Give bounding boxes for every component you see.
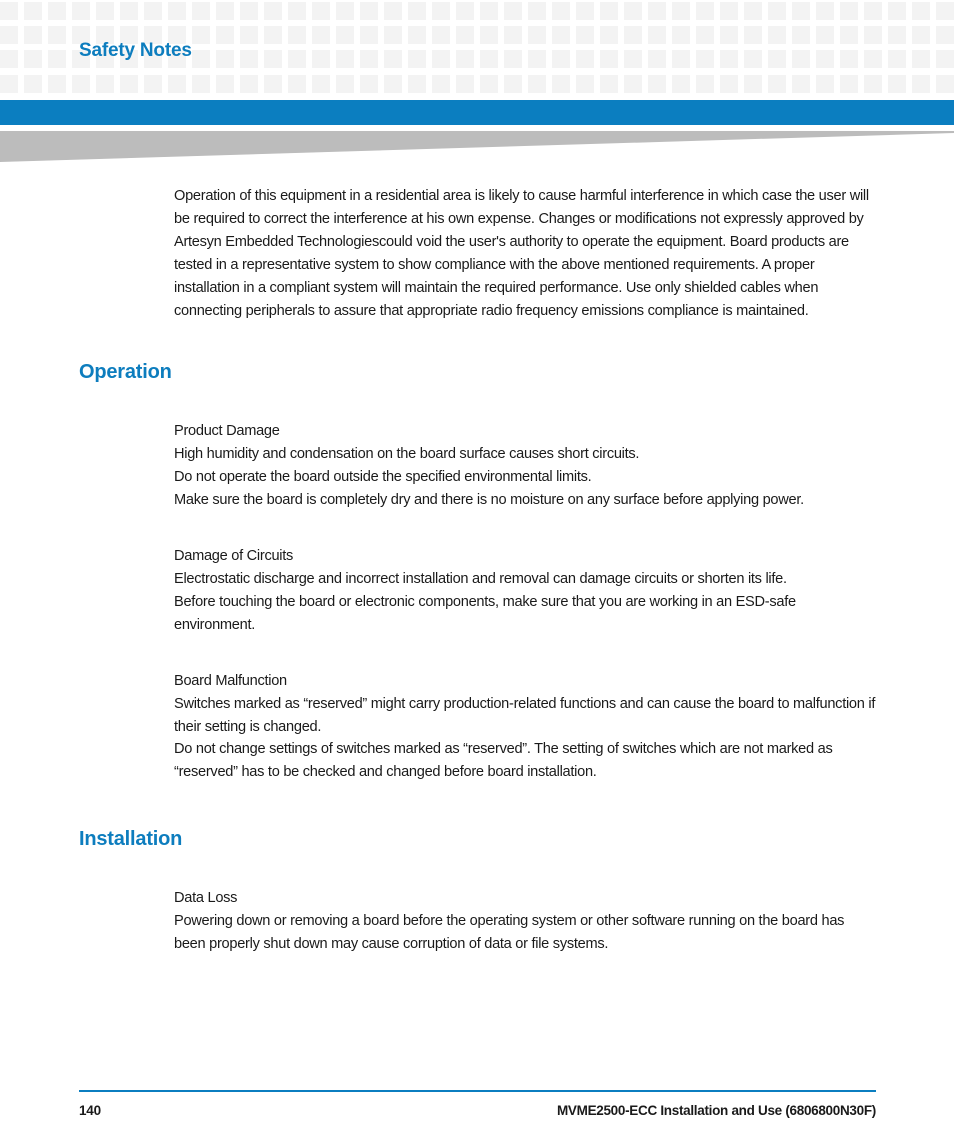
notice-block-data-loss: Data Loss Powering down or removing a bo… [174,887,876,956]
notice-line: Electrostatic discharge and incorrect in… [174,570,787,587]
page-content: Operation of this equipment in a residen… [0,163,954,956]
notice-block-board-malfunction: Board Malfunction Switches marked as “re… [174,670,876,785]
section-heading-operation: Operation [79,361,172,384]
notice-line: Do not operate the board outside the spe… [174,469,592,486]
page-header: Safety Notes [0,0,954,100]
notice-line: Do not change settings of switches marke… [174,741,833,781]
header-gray-swoosh [0,131,954,163]
notice-line: Before touching the board or electronic … [174,593,796,633]
intro-paragraph: Operation of this equipment in a residen… [174,188,869,319]
footer-row: 140 MVME2500-ECC Installation and Use (6… [79,1103,876,1118]
notice-line: High humidity and condensation on the bo… [174,446,640,463]
page-footer: 140 MVME2500-ECC Installation and Use (6… [79,1090,876,1118]
notice-block-damage-of-circuits: Damage of Circuits Electrostatic dischar… [174,545,876,637]
intro-paragraph-block: Operation of this equipment in a residen… [174,185,876,322]
footer-divider [79,1090,876,1092]
notice-line: Powering down or removing a board before… [174,913,845,953]
page-title: Safety Notes [79,40,192,61]
checker-row [0,2,954,20]
notice-line: Switches marked as “reserved” might carr… [174,695,876,735]
footer-document-title: MVME2500-ECC Installation and Use (68068… [556,1103,876,1118]
section-heading-installation: Installation [79,828,183,851]
notice-title: Product Damage [174,423,280,440]
notice-block-product-damage: Product Damage High humidity and condens… [174,420,876,512]
notice-title: Board Malfunction [174,672,287,689]
checker-row [0,75,954,93]
notice-line: Make sure the board is completely dry an… [174,492,804,509]
footer-page-number: 140 [79,1103,101,1118]
header-blue-bar [0,100,954,125]
notice-title: Data Loss [174,890,238,907]
notice-title: Damage of Circuits [174,548,294,565]
